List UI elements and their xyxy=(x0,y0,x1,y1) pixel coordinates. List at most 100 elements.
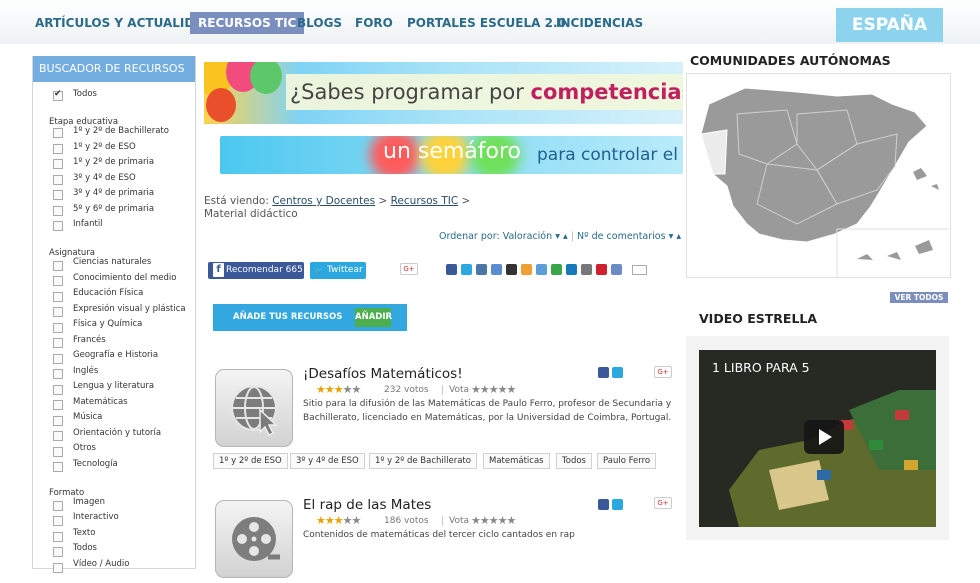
video-player[interactable]: 1 LIBRO PARA 5 xyxy=(699,350,936,527)
see-all-button[interactable]: VER TODOS xyxy=(890,292,948,303)
resource-thumbnail[interactable] xyxy=(215,369,293,447)
facebook-share-icon[interactable] xyxy=(598,499,609,510)
resource-tag[interactable]: Matemáticas xyxy=(483,453,550,469)
google-icon[interactable] xyxy=(581,264,592,275)
resource-tag[interactable]: 1º y 2º de Bachillerato xyxy=(369,453,477,469)
checkbox-formato[interactable] xyxy=(53,516,63,526)
promo-banner-competencias[interactable]: ¿Sabes programar por competencias? xyxy=(204,62,683,124)
checkbox-label: Texto xyxy=(73,528,96,538)
checkbox-etapa[interactable] xyxy=(53,159,63,169)
checkbox-asignatura[interactable] xyxy=(53,447,63,457)
checkbox-asignatura[interactable] xyxy=(53,323,63,333)
nav-foro[interactable]: FORO xyxy=(347,12,401,34)
resource-tag[interactable]: 3º y 4º de ESO xyxy=(290,453,365,469)
sort-comentarios[interactable]: Nº de comentarios ▾ ▴ xyxy=(577,231,681,242)
checkbox-asignatura[interactable] xyxy=(53,354,63,364)
checkbox-label: Imagen xyxy=(73,497,106,507)
rss-icon[interactable] xyxy=(521,264,532,275)
twitter-share-icon[interactable] xyxy=(612,367,623,378)
play-icon[interactable] xyxy=(804,420,844,454)
checkbox-formato[interactable] xyxy=(53,547,63,557)
resource-tag[interactable]: Todos xyxy=(556,453,592,469)
sidebar-title: BUSCADOR DE RECURSOS xyxy=(33,56,195,82)
vote-stars[interactable]: ★★★★★ xyxy=(471,383,516,396)
resource-tag[interactable]: 1º y 2º de ESO xyxy=(213,453,288,469)
add-resources-label: AÑADE TUS RECURSOS xyxy=(233,312,343,322)
yahoo-icon[interactable] xyxy=(596,264,607,275)
checkbox-label: Infantil xyxy=(73,219,103,229)
facebook-share-icon[interactable] xyxy=(446,264,457,275)
chevron-down-icon: ▾ xyxy=(555,231,560,242)
checkbox-formato[interactable] xyxy=(53,563,63,573)
user-share-icon[interactable] xyxy=(611,264,622,275)
spain-map[interactable] xyxy=(686,73,951,278)
checkbox-etapa[interactable] xyxy=(53,190,63,200)
google-plus-button[interactable]: G+ xyxy=(400,263,418,275)
checkbox-asignatura[interactable] xyxy=(53,307,63,317)
checkbox-etapa[interactable] xyxy=(53,128,63,138)
resource-thumbnail[interactable] xyxy=(215,500,293,578)
checkbox-asignatura[interactable] xyxy=(53,400,63,410)
sort-valoracion[interactable]: Valoración ▾ ▴ xyxy=(503,231,568,242)
checkbox-asignatura[interactable] xyxy=(53,338,63,348)
nav-blogs[interactable]: BLOGS xyxy=(289,12,350,34)
breadcrumb-link[interactable]: Centros y Docentes xyxy=(272,195,375,207)
linkedin-icon[interactable] xyxy=(566,264,577,275)
twitter-share-icon[interactable] xyxy=(461,264,472,275)
linkedin-share-icon[interactable] xyxy=(476,264,487,275)
chevron-down-icon: ▾ xyxy=(668,231,674,242)
checkbox-asignatura[interactable] xyxy=(53,462,63,472)
promo-banner-semaforo[interactable]: un semáforo para controlar el xyxy=(220,136,683,174)
checkbox-label: Inglés xyxy=(73,366,99,376)
facebook-recommend-button[interactable]: Recomendar 665 xyxy=(208,262,304,279)
checkbox-etapa[interactable] xyxy=(53,144,63,154)
share-icon[interactable] xyxy=(491,264,502,275)
checkbox-todos[interactable] xyxy=(53,89,63,101)
email-icon[interactable] xyxy=(632,265,647,275)
checkbox-asignatura[interactable] xyxy=(53,292,63,302)
nav-incidencias[interactable]: INCIDENCIAS xyxy=(548,12,651,34)
checkbox-asignatura[interactable] xyxy=(53,261,63,271)
checkbox-label: Todos xyxy=(73,543,97,553)
checkbox-label: Expresión visual y plástica xyxy=(73,304,186,314)
resource-description: Sitio para la difusión de las Matemática… xyxy=(303,399,672,423)
resource-title[interactable]: El rap de las Mates xyxy=(303,497,431,513)
breadcrumb-prefix: Está viendo: xyxy=(204,195,269,207)
breadcrumb-separator: > xyxy=(461,195,471,207)
checkbox-label: 3º y 4º de ESO xyxy=(73,173,136,183)
nav-recursos-tic[interactable]: RECURSOS TIC xyxy=(190,12,305,34)
breadcrumb-link[interactable]: Recursos TIC xyxy=(391,195,459,207)
google-plus-button[interactable]: G+ xyxy=(654,497,672,509)
add-resources-bar: AÑADE TUS RECURSOS AÑADIR xyxy=(213,304,407,331)
tweet-button[interactable]: Twittear xyxy=(310,262,366,279)
region-button[interactable]: ESPAÑA xyxy=(836,8,943,42)
vote-count: 186 votos xyxy=(384,516,429,526)
checkbox-formato[interactable] xyxy=(53,532,63,542)
checkbox-label: Interactivo xyxy=(73,512,119,522)
facebook-share-icon[interactable] xyxy=(598,367,609,378)
add-resource-button[interactable]: AÑADIR xyxy=(355,308,392,327)
checkbox-label: Todos xyxy=(73,89,97,99)
checkbox-etapa[interactable] xyxy=(53,221,63,231)
checkbox-asignatura[interactable] xyxy=(53,416,63,426)
breadcrumb: Está viendo: Centros y Docentes > Recurs… xyxy=(204,195,470,221)
checkbox-label: 1º y 2º de primaria xyxy=(73,157,155,167)
twitter-share-icon[interactable] xyxy=(612,499,623,510)
balloon-decoration xyxy=(206,88,236,122)
checkbox-formato[interactable] xyxy=(53,501,63,511)
digg-icon[interactable] xyxy=(536,264,547,275)
checkbox-asignatura[interactable] xyxy=(53,369,63,379)
checkbox-etapa[interactable] xyxy=(53,175,63,185)
meneame-icon[interactable] xyxy=(551,264,562,275)
resource-title[interactable]: ¡Desafíos Matemáticos! xyxy=(303,366,463,382)
checkbox-asignatura[interactable] xyxy=(53,276,63,286)
checkbox-label: Lengua y literatura xyxy=(73,381,155,391)
checkbox-etapa[interactable] xyxy=(53,206,63,216)
resource-tag[interactable]: Paulo Ferro xyxy=(597,453,657,469)
vote-stars[interactable]: ★★★★★ xyxy=(471,514,516,527)
checkbox-asignatura[interactable] xyxy=(53,431,63,441)
checkbox-label: Geografía e Historia xyxy=(73,350,159,360)
google-plus-button[interactable]: G+ xyxy=(654,366,672,378)
checkbox-asignatura[interactable] xyxy=(53,385,63,395)
delicious-icon[interactable] xyxy=(506,264,517,275)
